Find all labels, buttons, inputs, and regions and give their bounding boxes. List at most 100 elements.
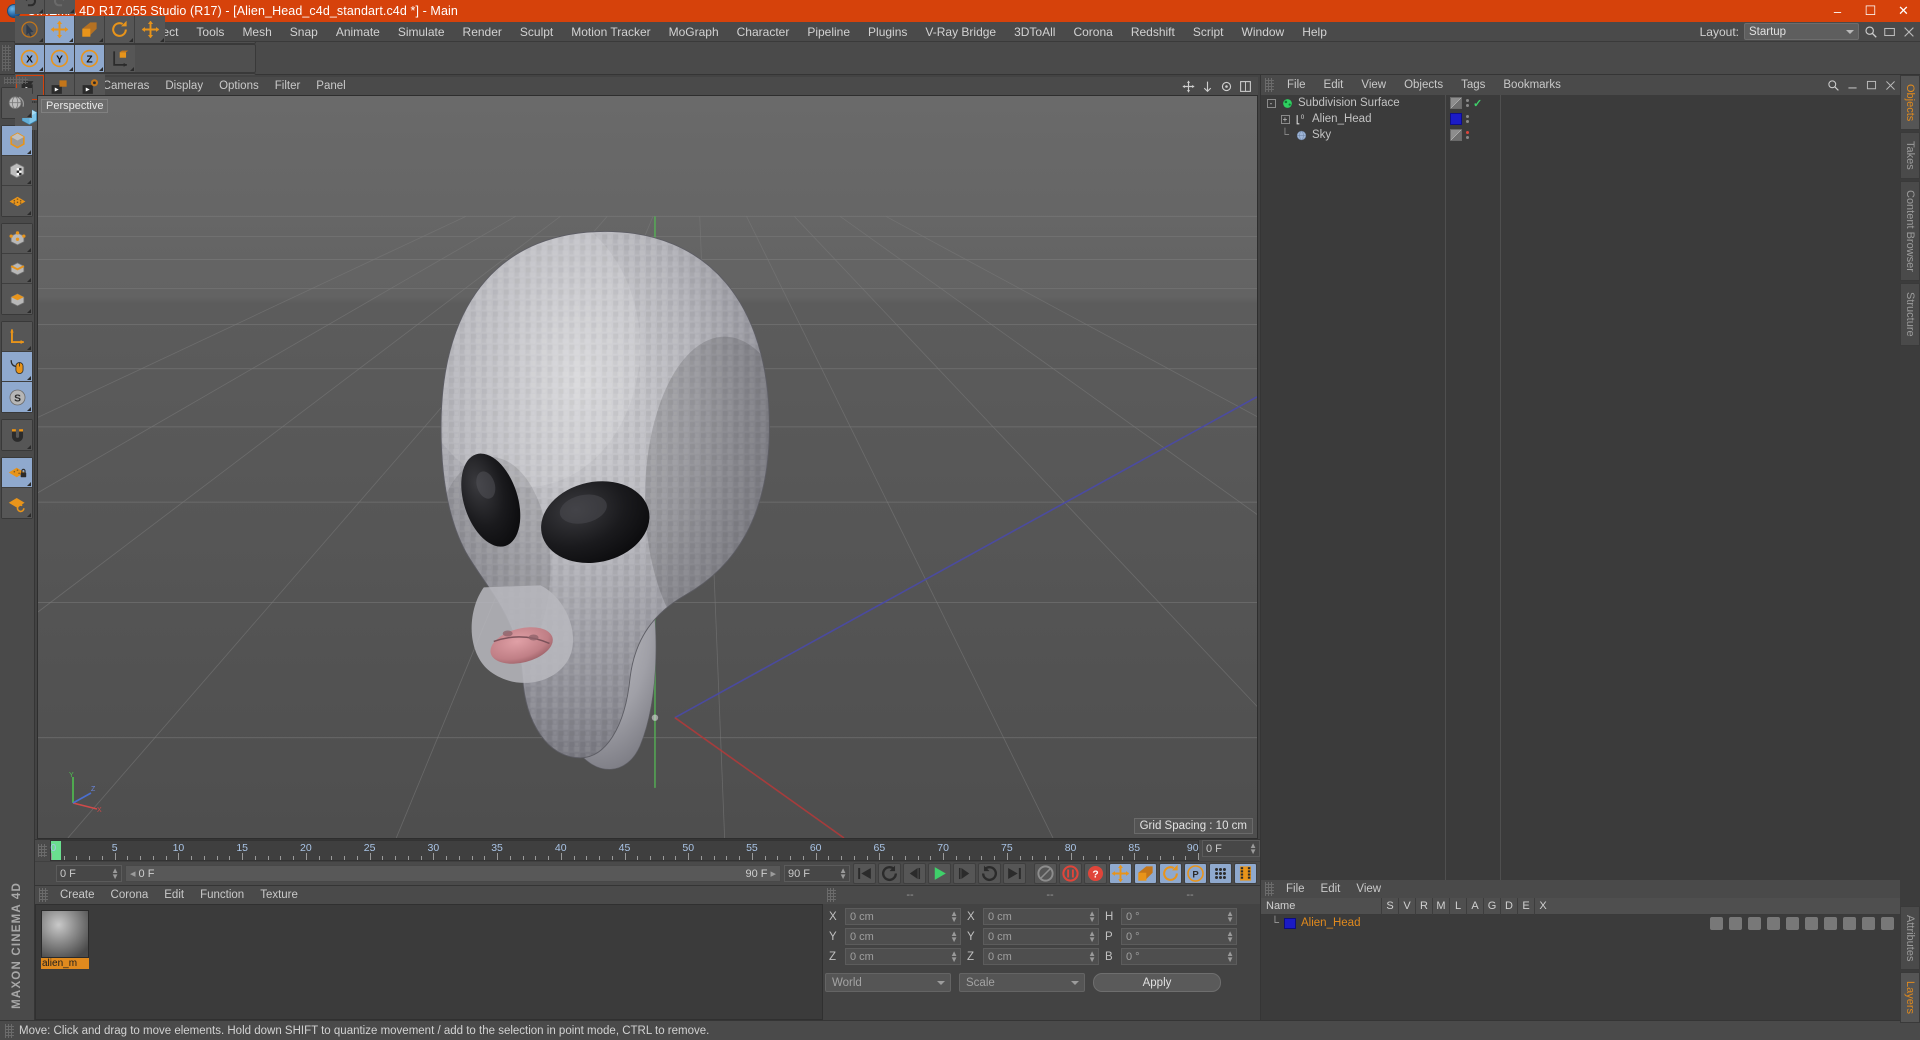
- tree-expander[interactable]: -: [1265, 98, 1277, 108]
- viewport-menu-panel[interactable]: Panel: [308, 80, 353, 92]
- rotation-key-toggle[interactable]: [1159, 863, 1182, 884]
- x-axis-toggle[interactable]: X: [15, 44, 45, 72]
- solo-dot-icon[interactable]: [1710, 916, 1723, 930]
- slider-left-arrow-icon[interactable]: ◂: [130, 867, 136, 880]
- spinner-icon[interactable]: ▲ ▼: [1226, 910, 1234, 924]
- menu-item-help[interactable]: Help: [1293, 25, 1336, 39]
- animation-icon[interactable]: [1805, 916, 1818, 930]
- undo-view-button[interactable]: [2, 88, 32, 118]
- menu-item-v-ray-bridge[interactable]: V-Ray Bridge: [916, 25, 1005, 39]
- left-toolbar-grip[interactable]: [3, 77, 28, 84]
- undo-button[interactable]: [15, 0, 45, 14]
- previous-key-button[interactable]: [903, 863, 926, 884]
- lock-workplane-button[interactable]: [2, 458, 32, 488]
- spinner-icon[interactable]: ▲ ▼: [1249, 842, 1257, 856]
- menu-item-redshift[interactable]: Redshift: [1122, 25, 1184, 39]
- close-pane-icon[interactable]: [1884, 79, 1897, 92]
- viewport-menu-display[interactable]: Display: [157, 80, 211, 92]
- spinner-icon[interactable]: ▲ ▼: [950, 950, 958, 964]
- coordinate-mode-select[interactable]: Scale: [959, 973, 1085, 992]
- z-axis-toggle[interactable]: Z: [75, 44, 105, 72]
- spinner-icon[interactable]: ▲ ▼: [111, 867, 119, 881]
- viewport-menu-filter[interactable]: Filter: [267, 80, 309, 92]
- spinner-icon[interactable]: ▲ ▼: [1088, 930, 1096, 944]
- coord-rotation-field-2[interactable]: 0 ° ▲ ▼: [1121, 948, 1237, 965]
- slider-right-arrow-icon[interactable]: ▸: [770, 867, 776, 880]
- minimize-pane-icon[interactable]: [1846, 79, 1859, 92]
- layer-menu-view[interactable]: View: [1348, 883, 1389, 895]
- menu-item-animate[interactable]: Animate: [327, 25, 389, 39]
- polygon-mode-button[interactable]: [2, 284, 32, 314]
- side-tab-objects[interactable]: Objects: [1900, 75, 1920, 131]
- make-editable-button[interactable]: [2, 126, 32, 156]
- pan-view-icon[interactable]: [1182, 80, 1195, 93]
- material-list[interactable]: alien_m: [35, 904, 823, 1020]
- side-tab-attributes[interactable]: Attributes: [1900, 905, 1920, 971]
- coordinate-system-select[interactable]: World: [825, 973, 951, 992]
- side-tab-takes[interactable]: Takes: [1900, 132, 1920, 180]
- frame-range-slider[interactable]: ◂ 0 F 90 F ▸: [125, 865, 781, 882]
- viewport-3d[interactable]: Perspective Grid Spacing : 10 cm Y X Z: [37, 95, 1258, 839]
- object-visibility-dots[interactable]: [1466, 131, 1469, 139]
- tree-expander[interactable]: └: [1279, 129, 1291, 141]
- menu-item-simulate[interactable]: Simulate: [389, 25, 454, 39]
- manager-dash-icon[interactable]: [1767, 916, 1780, 930]
- maximize-view-icon[interactable]: [1239, 80, 1252, 93]
- max-frame-field[interactable]: 90 F ▲ ▼: [784, 865, 850, 882]
- object-visibility-dots[interactable]: [1466, 99, 1469, 107]
- object-menu-tags[interactable]: Tags: [1452, 79, 1494, 91]
- expander-minus-icon[interactable]: -: [1266, 98, 1276, 108]
- menu-item-render[interactable]: Render: [454, 25, 511, 39]
- search-icon[interactable]: [1827, 79, 1840, 92]
- layer-color-swatch[interactable]: [1284, 917, 1296, 929]
- object-material-tag[interactable]: [1450, 113, 1462, 125]
- layer-toggle-icons[interactable]: [1710, 916, 1900, 930]
- minimize-button[interactable]: –: [1821, 0, 1854, 22]
- object-visibility-dots[interactable]: [1466, 115, 1469, 123]
- object-menu-file[interactable]: File: [1278, 79, 1315, 91]
- zoom-view-icon[interactable]: [1201, 80, 1214, 93]
- material-menu-corona[interactable]: Corona: [103, 889, 157, 901]
- coord-rotation-field-0[interactable]: 0 ° ▲ ▼: [1121, 908, 1237, 925]
- object-row[interactable]: - Subdivision Surface: [1261, 95, 1445, 111]
- coord-position-field-0[interactable]: 0 cm ▲ ▼: [845, 908, 961, 925]
- object-material-tag[interactable]: [1450, 129, 1462, 141]
- menu-item-mograph[interactable]: MoGraph: [660, 25, 728, 39]
- material-menu-create[interactable]: Create: [52, 889, 103, 901]
- play-forward-loop-button[interactable]: [978, 863, 1001, 884]
- menu-item-corona[interactable]: Corona: [1064, 25, 1121, 39]
- spinner-icon[interactable]: ▲ ▼: [950, 930, 958, 944]
- coord-size-field-2[interactable]: 0 cm ▲ ▼: [983, 948, 1099, 965]
- spinner-icon[interactable]: ▲ ▼: [1226, 950, 1234, 964]
- layout-close-icon[interactable]: [1902, 25, 1916, 39]
- go-to-end-button[interactable]: [1003, 863, 1026, 884]
- menu-item-tools[interactable]: Tools: [187, 25, 233, 39]
- current-frame-field[interactable]: 0 F ▲ ▼: [56, 865, 122, 882]
- coord-size-field-1[interactable]: 0 cm ▲ ▼: [983, 928, 1099, 945]
- parameter-key-toggle[interactable]: P: [1184, 863, 1207, 884]
- layout-restore-icon[interactable]: [1883, 25, 1897, 39]
- spinner-icon[interactable]: ▲ ▼: [1088, 910, 1096, 924]
- coord-rotation-field-1[interactable]: 0 ° ▲ ▼: [1121, 928, 1237, 945]
- spinner-icon[interactable]: ▲ ▼: [839, 867, 847, 881]
- menu-item-character[interactable]: Character: [728, 25, 799, 39]
- next-key-button[interactable]: [953, 863, 976, 884]
- live-selection-tool[interactable]: [15, 15, 45, 43]
- viewport-solo-button[interactable]: [2, 186, 32, 216]
- world-object-coord-toggle[interactable]: [105, 44, 135, 72]
- workplane-button[interactable]: S: [2, 382, 32, 412]
- menu-item-motion-tracker[interactable]: Motion Tracker: [562, 25, 659, 39]
- object-tree[interactable]: - Subdivision Surface + 0 Alien_Head └ Sky…: [1261, 95, 1900, 880]
- apply-button[interactable]: Apply: [1093, 973, 1221, 992]
- restore-pane-icon[interactable]: [1865, 79, 1878, 92]
- view-eye-icon[interactable]: [1729, 916, 1742, 930]
- tree-expander[interactable]: +: [1279, 114, 1291, 124]
- edge-mode-button[interactable]: [2, 254, 32, 284]
- move-alt-tool[interactable]: [135, 15, 165, 43]
- record-active-objects-button[interactable]: [1034, 863, 1057, 884]
- redo-button[interactable]: [45, 0, 75, 14]
- object-menu-objects[interactable]: Objects: [1395, 79, 1452, 91]
- side-tab-structure[interactable]: Structure: [1900, 282, 1920, 346]
- status-bar-grip[interactable]: [5, 1023, 14, 1038]
- go-to-start-button[interactable]: [853, 863, 876, 884]
